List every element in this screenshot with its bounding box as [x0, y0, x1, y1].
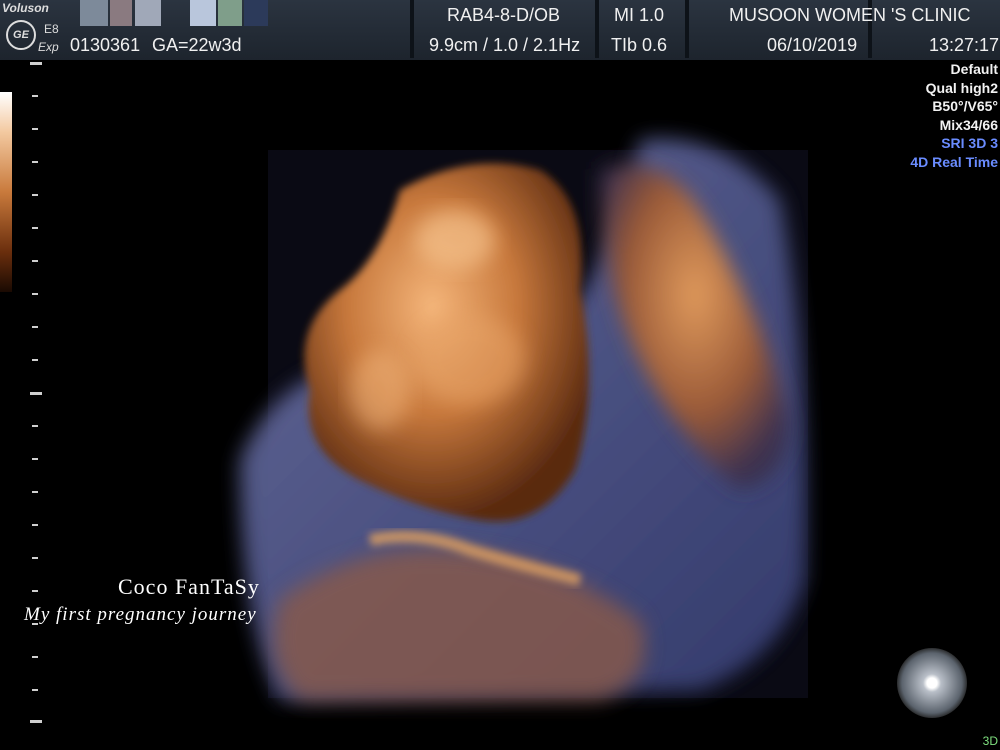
- depth-tick: [32, 491, 38, 493]
- patient-id: 0130361: [70, 35, 141, 55]
- depth-tick: [32, 128, 38, 130]
- setting-line: Mix34/66: [939, 116, 998, 133]
- depth-tick: [32, 689, 38, 691]
- setting-line: Default: [950, 61, 998, 77]
- depth-freq-label: 9.9cm / 1.0 / 2.1Hz: [429, 35, 581, 55]
- mi-label: MI 1.0: [614, 5, 665, 25]
- watermark-title: Coco FanTaSy: [118, 574, 260, 599]
- color-scale-bar: [0, 92, 12, 292]
- depth-tick: [32, 656, 38, 658]
- highlight: [415, 210, 495, 270]
- depth-tick: [32, 458, 38, 460]
- probe-label: RAB4-8-D/OB: [447, 5, 561, 25]
- depth-tick: [32, 260, 38, 262]
- depth-tick: [32, 590, 38, 592]
- header-bar: Voluson GE E8 Exp RAB4-8-D/OB MI 1.0 MUS…: [0, 0, 1000, 60]
- depth-tick: [32, 194, 38, 196]
- setting-highlight: 4D Real Time: [910, 153, 998, 170]
- highlight: [415, 315, 525, 405]
- setting-highlight: SRI 3D 3: [941, 135, 998, 151]
- exam-time: 13:27:17: [929, 35, 1000, 55]
- watermark-subtitle: My first pregnancy journey: [24, 604, 257, 625]
- ultrasound-3d-render: [240, 138, 808, 700]
- setting-line: B50°/V65°: [932, 98, 998, 114]
- depth-tick: [32, 524, 38, 526]
- highlight: [350, 350, 410, 430]
- header-row-bottom: 0130361 GA=22w3d 9.9cm / 1.0 / 2.1Hz TIb…: [0, 30, 1000, 60]
- depth-tick: [32, 293, 38, 295]
- depth-tick: [30, 720, 42, 723]
- tib-label: TIb 0.6: [611, 35, 668, 55]
- depth-tick: [30, 392, 42, 395]
- depth-tick: [32, 95, 38, 97]
- depth-tick: [32, 359, 38, 361]
- settings-panel: Default Qual high2 B50°/V65° Mix34/66 SR…: [910, 60, 998, 171]
- header-row-top: RAB4-8-D/OB MI 1.0 MUSOON WOMEN 'S CLINI…: [0, 0, 1000, 30]
- clinic-label: MUSOON WOMEN 'S CLINIC: [729, 5, 971, 25]
- depth-tick: [30, 62, 42, 65]
- depth-tick: [32, 161, 38, 163]
- depth-tick: [32, 557, 38, 559]
- gestational-age: GA=22w3d: [152, 35, 242, 55]
- orientation-orb-icon[interactable]: [897, 648, 967, 718]
- mode-label: 3D: [982, 734, 998, 748]
- exam-date: 06/10/2019: [767, 35, 858, 55]
- depth-tick: [32, 227, 38, 229]
- setting-line: Qual high2: [925, 79, 998, 96]
- depth-tick: [32, 326, 38, 328]
- depth-tick: [32, 425, 38, 427]
